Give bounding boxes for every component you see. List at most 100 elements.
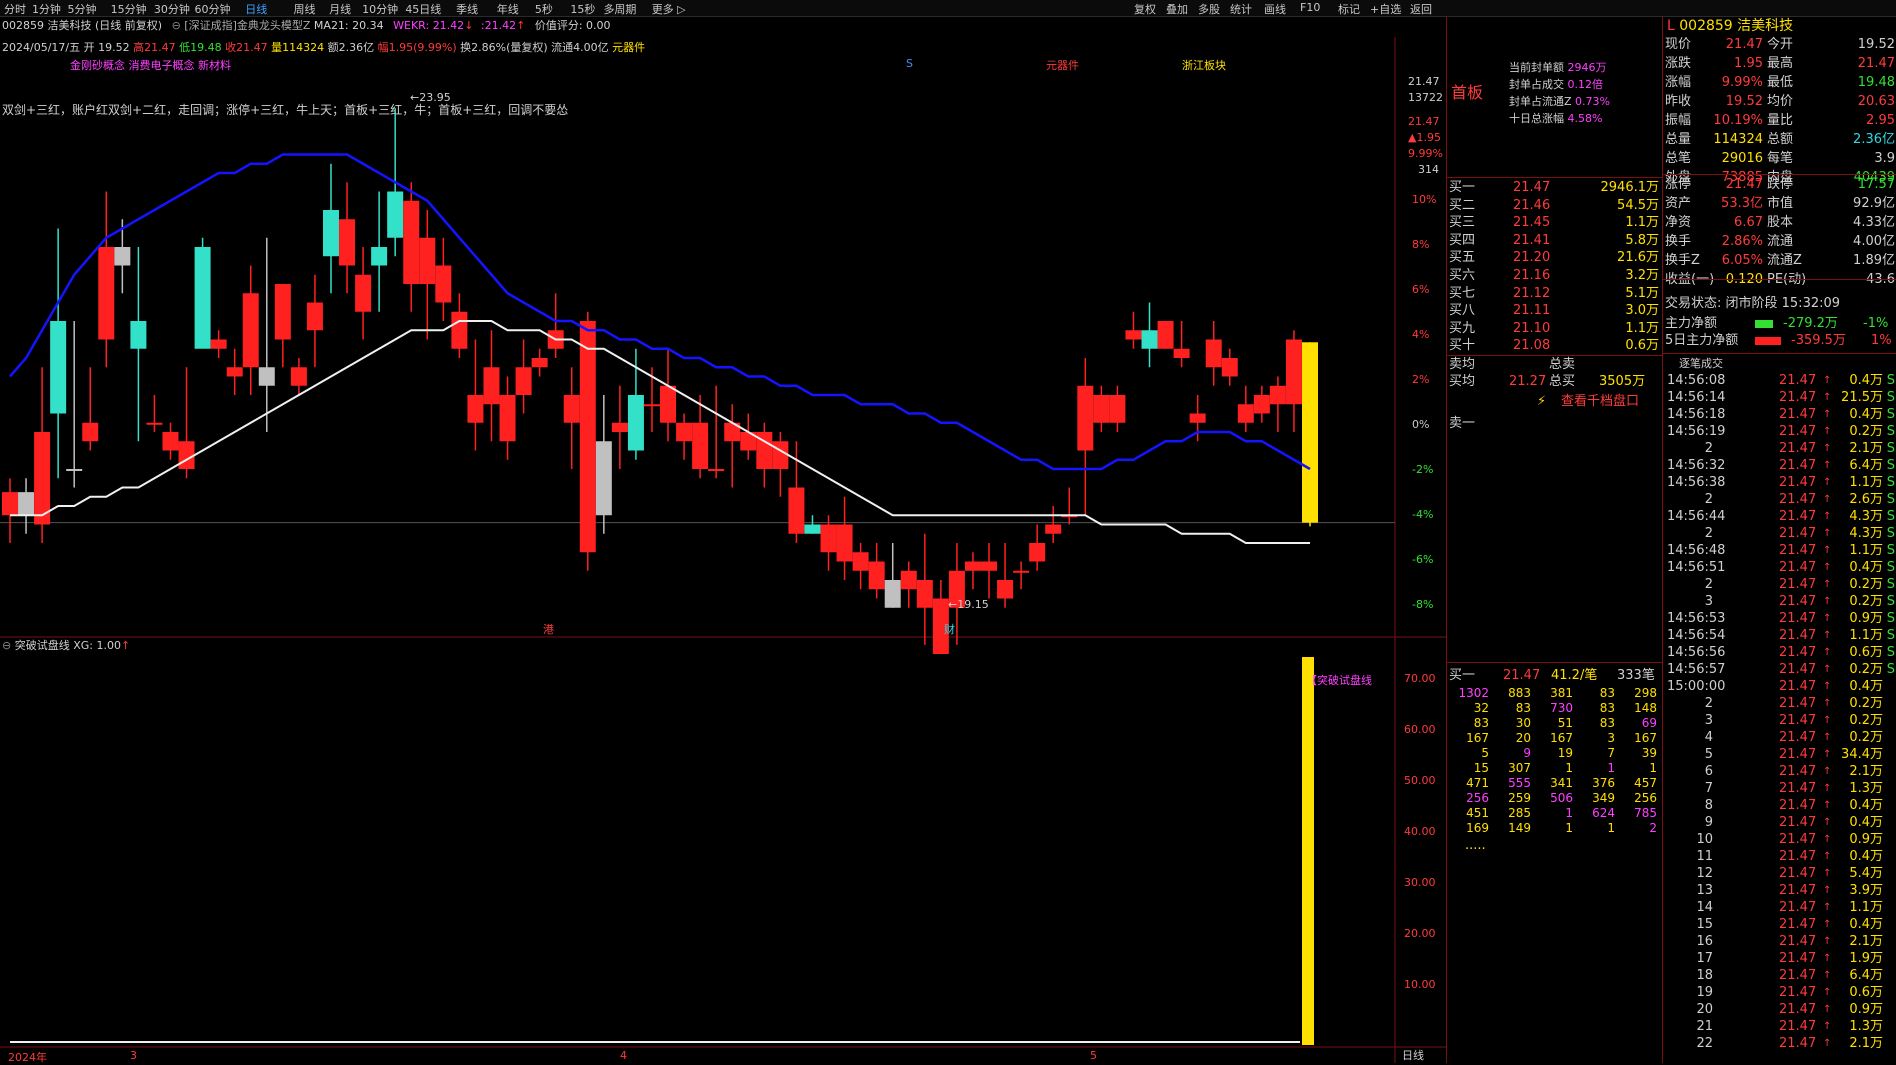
- flow5-bar: [1755, 337, 1781, 345]
- indicator-toggle-icon[interactable]: ⊖: [2, 639, 11, 652]
- period-tab[interactable]: 月线: [329, 1, 351, 17]
- toolbar-button[interactable]: 标记: [1338, 1, 1360, 17]
- tick-volume: 4.3万: [1849, 526, 1883, 541]
- toolbar-button[interactable]: 返回: [1410, 1, 1432, 17]
- tick-arrow-icon: ↑: [1823, 392, 1832, 403]
- toolbar-button[interactable]: 叠加: [1166, 1, 1188, 17]
- tick-price: 21.47: [1779, 1036, 1817, 1051]
- stat-label: 净资: [1665, 215, 1692, 230]
- period-tab[interactable]: 更多 ▷: [652, 1, 686, 17]
- view-thousand-button[interactable]: 查看千档盘口: [1561, 393, 1639, 410]
- tick-time: 14:56:56: [1667, 645, 1726, 660]
- stat-value: 19.52: [1857, 37, 1895, 52]
- toolbar-button[interactable]: 多股: [1198, 1, 1220, 17]
- pct-tick: -8%: [1412, 598, 1434, 611]
- tick-volume: 0.9万: [1849, 1002, 1883, 1017]
- period-tab[interactable]: 5分钟: [68, 1, 97, 17]
- stat-label: 总量: [1665, 132, 1692, 147]
- kline-chart-area[interactable]: 002859 洁美科技 (日线 前复权) ⊖ [深证成指]金典龙头模型Z MA2…: [0, 17, 1446, 1064]
- tick-volume: 0.6万: [1849, 985, 1883, 1000]
- bid-level-price: 21.16: [1513, 268, 1551, 283]
- period-tab[interactable]: 5秒: [535, 1, 553, 17]
- period-tab[interactable]: 季线: [456, 1, 478, 17]
- tick-side: S: [1886, 611, 1895, 626]
- sell-one-label: 卖一: [1449, 416, 1476, 431]
- event-gang[interactable]: 港: [543, 621, 554, 637]
- tick-time: 2: [1704, 526, 1713, 541]
- tick-price: 21.47: [1779, 458, 1817, 473]
- period-tab[interactable]: 1分钟: [32, 1, 61, 17]
- sell-avg-label: 卖均: [1449, 357, 1476, 372]
- bid-level-price: 21.46: [1513, 197, 1551, 213]
- tick-price: 21.47: [1779, 509, 1817, 524]
- buy-avg-price: 21.27: [1509, 374, 1547, 389]
- tick-volume: 0.2万: [1849, 730, 1883, 745]
- period-tab[interactable]: 15分钟: [111, 1, 147, 17]
- bar-change: 幅1.95(9.99%): [377, 41, 457, 54]
- period-tab[interactable]: 年线: [497, 1, 519, 17]
- stat-label: 总笔: [1665, 151, 1692, 166]
- period-tab[interactable]: 15秒: [570, 1, 595, 17]
- bid-level-name: 买八: [1449, 303, 1476, 319]
- tick-arrow-icon: ↑: [1823, 851, 1832, 862]
- queue-price: 21.47: [1503, 668, 1541, 683]
- period-tab[interactable]: 30分钟: [154, 1, 190, 17]
- period-tab[interactable]: 周线: [294, 1, 316, 17]
- stat-label: 总额: [1767, 132, 1794, 147]
- stat-label: 资产: [1665, 196, 1692, 211]
- candle-body: [34, 432, 51, 525]
- wekr-value-2: 21.42: [484, 19, 517, 32]
- tick-volume: 2.1万: [1849, 1036, 1883, 1051]
- scale-change: ▲1.95: [1408, 131, 1441, 144]
- period-tab[interactable]: 60分钟: [195, 1, 231, 17]
- divider: [1663, 353, 1896, 354]
- period-tab[interactable]: 45日线: [405, 1, 441, 17]
- toolbar-button[interactable]: F10: [1300, 1, 1320, 14]
- tick-volume: 0.6万: [1849, 645, 1883, 660]
- bid-level-price: 21.08: [1513, 338, 1551, 354]
- toolbar-button[interactable]: 复权: [1134, 1, 1156, 17]
- tick-time: 22: [1696, 1036, 1713, 1051]
- ohlc-line: 2024/05/17/五 开 19.52 高21.47 低19.48 收21.4…: [2, 39, 645, 55]
- arrow-left-icon: ←: [948, 598, 958, 611]
- tick-volume: 2.6万: [1849, 492, 1883, 507]
- stat-label: 涨幅: [1665, 75, 1692, 90]
- tick-arrow-icon: ↑: [1823, 545, 1832, 556]
- bid-level-name: 买四: [1449, 232, 1476, 248]
- bid-level-name: 买六: [1449, 268, 1476, 283]
- tick-arrow-icon: ↑: [1823, 579, 1832, 590]
- queue-more[interactable]: .....: [1465, 837, 1486, 854]
- event-cai[interactable]: 财: [944, 621, 955, 637]
- main-flow-pct: -1%: [1863, 316, 1889, 331]
- tick-volume: 0.4万: [1849, 798, 1883, 813]
- tick-arrow-icon: ↑: [1823, 766, 1832, 777]
- toolbar-button[interactable]: 统计: [1230, 1, 1252, 17]
- candle-body: [130, 321, 147, 349]
- stock-code: 002859: [1679, 18, 1733, 34]
- tick-time: 3: [1704, 713, 1713, 728]
- toolbar-button[interactable]: +自选: [1370, 1, 1401, 17]
- candle-body: [627, 395, 644, 451]
- queue-label: 买一: [1449, 668, 1476, 683]
- tick-arrow-icon: ↑: [1823, 511, 1832, 522]
- tick-price: 21.47: [1779, 832, 1817, 847]
- tick-volume: 2.1万: [1849, 441, 1883, 456]
- tick-arrow-icon: ↑: [1823, 936, 1832, 947]
- candle-body: [306, 302, 323, 331]
- total-sell-label: 总卖: [1549, 357, 1576, 372]
- period-tab[interactable]: 日线: [245, 1, 267, 17]
- candle-body: [964, 561, 981, 571]
- scale-price-2: 21.47: [1408, 115, 1440, 128]
- tick-volume: 0.9万: [1849, 832, 1883, 847]
- lr-label: L: [1667, 18, 1675, 34]
- candle-body: [1157, 321, 1174, 349]
- period-tab[interactable]: 10分钟: [362, 1, 398, 17]
- candle-body: [82, 422, 99, 442]
- period-tab[interactable]: 分时: [4, 1, 26, 17]
- toolbar-button[interactable]: 画线: [1264, 1, 1286, 17]
- period-tab[interactable]: 多周期: [603, 1, 636, 17]
- stat-label: 今开: [1767, 37, 1794, 52]
- candle-body: [451, 311, 468, 349]
- tick-price: 21.47: [1779, 730, 1817, 745]
- candle-body: [1077, 385, 1094, 451]
